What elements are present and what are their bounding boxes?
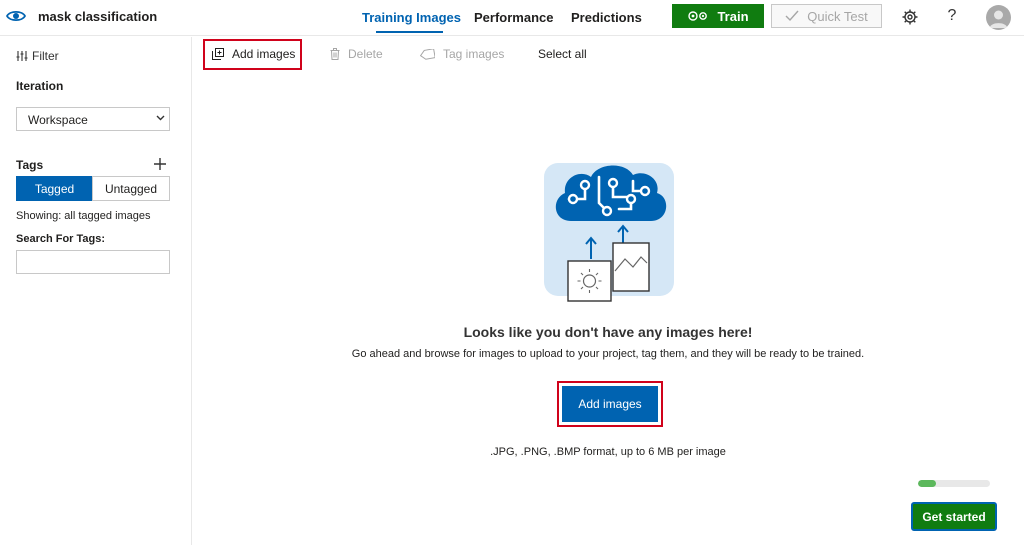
settings-gear-icon[interactable] [901, 8, 919, 26]
gears-icon [688, 11, 708, 21]
checkmark-icon [785, 10, 799, 22]
add-images-button[interactable]: Add images [562, 386, 658, 422]
plus-icon[interactable] [153, 157, 167, 171]
formats-note: .JPG, .PNG, .BMP format, up to 6 MB per … [490, 446, 726, 458]
select-all-label: Select all [538, 47, 587, 61]
quick-test-label: Quick Test [807, 8, 868, 24]
eye-icon[interactable] [6, 8, 26, 24]
top-bar: mask classification Training Images Perf… [0, 0, 1024, 36]
iteration-select-value: Workspace [28, 113, 88, 127]
train-label: Train [717, 8, 749, 24]
quick-test-button[interactable]: Quick Test [771, 4, 882, 28]
tag-images-button[interactable]: Tag images [420, 47, 504, 61]
tab-predictions[interactable]: Predictions [571, 10, 642, 25]
sidebar: Filter Iteration Workspace Tags Tagged U… [0, 37, 192, 545]
empty-state-description: Go ahead and browse for images to upload… [351, 348, 865, 360]
onboarding-progress-fill [918, 480, 936, 487]
filter-icon [16, 51, 28, 61]
tag-images-label: Tag images [443, 47, 505, 61]
empty-state-title: Looks like you don't have any images her… [463, 324, 753, 340]
tagged-segment[interactable]: Tagged [16, 176, 93, 201]
filter-label: Filter [32, 49, 59, 63]
filter-button[interactable]: Filter [16, 49, 59, 63]
search-tags-label: Search For Tags: [16, 233, 106, 245]
tags-heading: Tags [16, 158, 44, 172]
project-title: mask classification [38, 9, 158, 24]
train-button[interactable]: Train [672, 4, 764, 28]
untagged-segment[interactable]: Untagged [92, 176, 170, 201]
avatar[interactable] [986, 5, 1011, 30]
help-button[interactable]: ? [945, 7, 959, 25]
delete-button[interactable]: Delete [330, 47, 383, 61]
onboarding-progress-bar [918, 480, 990, 487]
iteration-select[interactable]: Workspace [16, 107, 170, 131]
search-tags-input[interactable] [16, 250, 170, 274]
select-all-button[interactable]: Select all [538, 47, 587, 61]
tag-icon [420, 48, 435, 60]
active-tab-indicator [376, 31, 443, 33]
iteration-heading: Iteration [16, 79, 64, 93]
delete-label: Delete [348, 47, 383, 61]
tab-performance[interactable]: Performance [474, 10, 553, 25]
empty-state-illustration [544, 163, 674, 302]
get-started-button[interactable]: Get started [911, 502, 997, 531]
trash-icon [330, 48, 340, 60]
avatar-icon [989, 10, 1008, 28]
tab-training-images[interactable]: Training Images [362, 10, 461, 25]
showing-status: Showing: all tagged images [16, 210, 151, 222]
chevron-down-icon [156, 115, 165, 121]
highlight-frame [203, 39, 302, 70]
